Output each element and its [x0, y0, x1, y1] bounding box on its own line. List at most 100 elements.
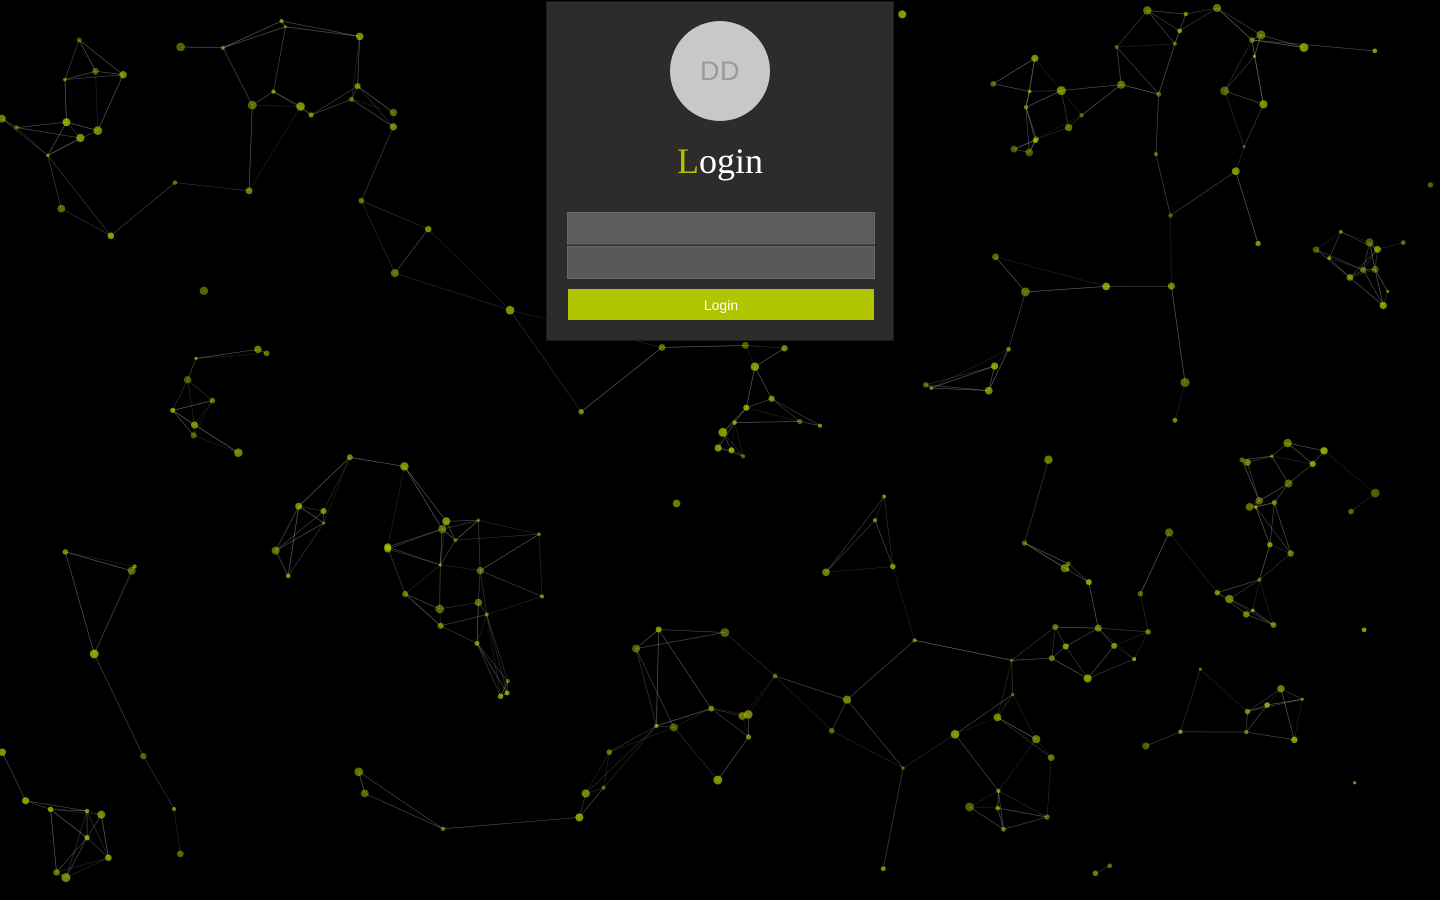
network-node	[435, 604, 445, 614]
network-line	[349, 457, 405, 467]
network-node	[247, 100, 257, 110]
network-line	[1087, 645, 1115, 679]
network-line	[440, 614, 487, 627]
network-line	[50, 809, 57, 873]
network-node	[354, 767, 364, 777]
network-node	[438, 563, 442, 567]
network-node	[1052, 624, 1059, 631]
network-line	[1168, 532, 1218, 593]
network-line	[746, 366, 756, 408]
network-line	[1098, 627, 1135, 660]
network-node	[822, 568, 830, 577]
network-node	[1400, 240, 1406, 245]
network-node	[107, 232, 115, 240]
network-node	[901, 766, 905, 770]
network-line	[1252, 579, 1260, 611]
network-line	[1247, 704, 1268, 712]
network-line	[16, 121, 67, 128]
network-line	[1155, 94, 1160, 155]
network-line	[455, 533, 540, 541]
network-line	[993, 58, 1035, 85]
network-node	[1213, 3, 1222, 12]
network-line	[273, 26, 286, 92]
network-node	[741, 341, 749, 349]
network-node	[1177, 28, 1182, 34]
network-line	[1323, 450, 1376, 494]
network-line	[1171, 286, 1186, 383]
network-line	[636, 632, 725, 649]
network-line	[1055, 626, 1099, 629]
network-line	[1269, 502, 1275, 545]
network-node	[1142, 742, 1150, 750]
network-node	[632, 644, 641, 653]
network-node	[1167, 282, 1175, 290]
network-node	[320, 508, 327, 515]
login-button[interactable]: Login	[568, 289, 874, 320]
network-line	[405, 593, 441, 627]
network-node	[57, 204, 66, 213]
network-node	[741, 454, 746, 459]
network-line	[673, 708, 712, 728]
network-line	[486, 614, 508, 694]
network-line	[478, 520, 481, 571]
network-node	[76, 133, 85, 143]
network-line	[1025, 107, 1037, 140]
network-line	[446, 520, 479, 522]
network-node	[505, 305, 515, 315]
password-input[interactable]	[567, 246, 875, 279]
network-node	[1085, 579, 1092, 586]
network-line	[635, 629, 659, 649]
network-node	[984, 386, 993, 395]
network-node	[1114, 45, 1119, 50]
network-node	[1033, 136, 1040, 142]
network-line	[1170, 170, 1236, 216]
network-line	[1287, 442, 1313, 465]
network-node	[22, 797, 30, 805]
network-node	[402, 590, 409, 598]
network-line	[110, 182, 176, 237]
network-line	[831, 699, 848, 731]
network-node	[1244, 729, 1249, 735]
network-line	[998, 790, 1004, 830]
network-node	[1010, 692, 1015, 697]
network-node	[283, 25, 287, 29]
network-node	[537, 532, 541, 536]
network-node	[1168, 213, 1173, 218]
network-node	[1270, 622, 1277, 628]
network-line	[172, 379, 188, 411]
network-node	[990, 362, 999, 370]
network-line	[61, 208, 111, 237]
network-node	[714, 444, 722, 452]
network-line	[993, 83, 1030, 92]
login-panel: DD Login Login	[546, 1, 894, 341]
network-node	[1047, 754, 1055, 762]
network-line	[1088, 582, 1099, 629]
network-node	[965, 802, 974, 812]
network-node	[271, 89, 276, 94]
username-input[interactable]	[567, 212, 875, 245]
network-line	[722, 407, 747, 433]
network-line	[1158, 43, 1176, 95]
network-line	[1061, 90, 1069, 128]
network-node	[1338, 229, 1343, 234]
network-node	[539, 594, 545, 599]
network-node	[1348, 508, 1354, 515]
network-line	[1145, 731, 1181, 747]
network-node	[1137, 590, 1144, 597]
network-node	[1284, 479, 1293, 488]
network-line	[673, 727, 719, 781]
network-line	[1294, 699, 1303, 740]
network-node	[355, 32, 364, 41]
network-line	[825, 566, 893, 573]
network-line	[47, 155, 112, 236]
network-line	[1054, 626, 1066, 647]
network-line	[1061, 90, 1082, 116]
network-node	[89, 649, 99, 659]
network-node	[140, 753, 147, 760]
network-node	[476, 518, 481, 523]
network-line	[724, 632, 776, 677]
network-line	[1011, 626, 1056, 661]
network-line	[1247, 688, 1282, 712]
network-node	[308, 112, 314, 118]
network-node	[1327, 256, 1332, 260]
